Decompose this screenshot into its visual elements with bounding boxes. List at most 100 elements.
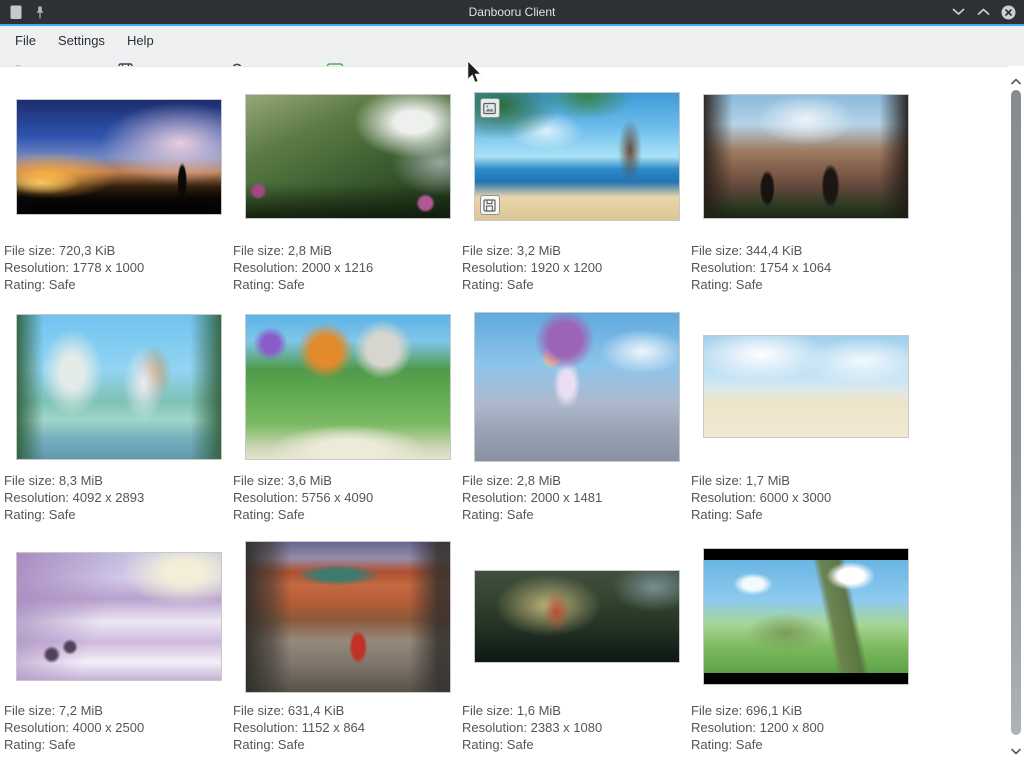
resolution-label: Resolution: 2000 x 1216 xyxy=(233,259,462,276)
post-caption: File size: 696,1 KiB Resolution: 1200 x … xyxy=(691,702,920,753)
file-size-label: File size: 720,3 KiB xyxy=(4,242,233,259)
resolution-label: Resolution: 2000 x 1481 xyxy=(462,489,691,506)
file-size-label: File size: 2,8 MiB xyxy=(233,242,462,259)
resolution-label: Resolution: 1754 x 1064 xyxy=(691,259,920,276)
rating-label: Rating: Safe xyxy=(4,506,233,523)
file-size-label: File size: 7,2 MiB xyxy=(4,702,233,719)
file-size-label: File size: 696,1 KiB xyxy=(691,702,920,719)
rating-label: Rating: Safe xyxy=(691,276,920,293)
thumbnail-box xyxy=(462,309,691,464)
post-caption: File size: 2,8 MiB Resolution: 2000 x 12… xyxy=(233,242,462,293)
post-item: File size: 696,1 KiB Resolution: 1200 x … xyxy=(691,539,920,753)
resolution-label: Resolution: 4092 x 2893 xyxy=(4,489,233,506)
post-caption: File size: 1,6 MiB Resolution: 2383 x 10… xyxy=(462,702,691,753)
rating-label: Rating: Safe xyxy=(4,276,233,293)
rating-label: Rating: Safe xyxy=(462,736,691,753)
rating-label: Rating: Safe xyxy=(4,736,233,753)
menu-file[interactable]: File xyxy=(4,28,47,53)
post-item: File size: 3,2 MiB Resolution: 1920 x 12… xyxy=(462,79,691,293)
resolution-label: Resolution: 1778 x 1000 xyxy=(4,259,233,276)
posts-grid: File size: 720,3 KiB Resolution: 1778 x … xyxy=(0,67,1024,753)
danbooru-client-window: { "window": { "title": "Danbooru Client"… xyxy=(0,0,1024,765)
post-thumbnail[interactable] xyxy=(245,94,451,219)
view-image-button[interactable] xyxy=(480,98,500,118)
save-image-button[interactable] xyxy=(480,195,500,215)
thumbnail-box xyxy=(4,79,233,234)
thumbnail-box xyxy=(691,79,920,234)
thumbnail-box xyxy=(462,79,691,234)
post-item: File size: 1,7 MiB Resolution: 6000 x 30… xyxy=(691,309,920,523)
menubar: File Settings Help xyxy=(0,26,1024,54)
post-caption: File size: 2,8 MiB Resolution: 2000 x 14… xyxy=(462,472,691,523)
resolution-label: Resolution: 6000 x 3000 xyxy=(691,489,920,506)
resolution-label: Resolution: 2383 x 1080 xyxy=(462,719,691,736)
resolution-label: Resolution: 4000 x 2500 xyxy=(4,719,233,736)
post-item: File size: 2,8 MiB Resolution: 2000 x 14… xyxy=(462,309,691,523)
post-thumbnail[interactable] xyxy=(16,99,222,215)
post-caption: File size: 7,2 MiB Resolution: 4000 x 25… xyxy=(4,702,233,753)
rating-label: Rating: Safe xyxy=(233,506,462,523)
posts-view: File size: 720,3 KiB Resolution: 1778 x … xyxy=(0,66,1024,765)
resolution-label: Resolution: 1152 x 864 xyxy=(233,719,462,736)
file-size-label: File size: 3,2 MiB xyxy=(462,242,691,259)
rating-label: Rating: Safe xyxy=(233,276,462,293)
titlebar-left-icons xyxy=(0,4,48,20)
scrollbar-thumb[interactable] xyxy=(1011,90,1021,735)
rating-label: Rating: Safe xyxy=(691,506,920,523)
thumbnail-box xyxy=(691,539,920,694)
pin-icon[interactable] xyxy=(32,4,48,20)
menu-help[interactable]: Help xyxy=(116,28,165,53)
rating-label: Rating: Safe xyxy=(462,276,691,293)
rating-label: Rating: Safe xyxy=(691,736,920,753)
post-thumbnail[interactable] xyxy=(16,314,222,460)
post-caption: File size: 3,6 MiB Resolution: 5756 x 40… xyxy=(233,472,462,523)
thumbnail-box xyxy=(233,539,462,694)
post-item: File size: 631,4 KiB Resolution: 1152 x … xyxy=(233,539,462,753)
scroll-down-arrow[interactable] xyxy=(1011,742,1021,760)
resolution-label: Resolution: 1200 x 800 xyxy=(691,719,920,736)
file-size-label: File size: 344,4 KiB xyxy=(691,242,920,259)
thumbnail-box xyxy=(233,309,462,464)
post-item: File size: 2,8 MiB Resolution: 2000 x 12… xyxy=(233,79,462,293)
post-thumbnail[interactable] xyxy=(703,335,909,438)
maximize-button[interactable] xyxy=(975,4,991,20)
post-caption: File size: 8,3 MiB Resolution: 4092 x 28… xyxy=(4,472,233,523)
post-caption: File size: 1,7 MiB Resolution: 6000 x 30… xyxy=(691,472,920,523)
menu-settings[interactable]: Settings xyxy=(47,28,116,53)
post-item: File size: 344,4 KiB Resolution: 1754 x … xyxy=(691,79,920,293)
thumbnail-box xyxy=(462,539,691,694)
scrollbar[interactable] xyxy=(1008,66,1024,765)
post-thumbnail[interactable] xyxy=(16,552,222,681)
post-caption: File size: 3,2 MiB Resolution: 1920 x 12… xyxy=(462,242,691,293)
resolution-label: Resolution: 5756 x 4090 xyxy=(233,489,462,506)
scroll-up-arrow[interactable] xyxy=(1011,72,1021,90)
post-item: File size: 3,6 MiB Resolution: 5756 x 40… xyxy=(233,309,462,523)
post-thumbnail[interactable] xyxy=(703,548,909,685)
post-thumbnail[interactable] xyxy=(245,541,451,693)
post-caption: File size: 631,4 KiB Resolution: 1152 x … xyxy=(233,702,462,753)
post-thumbnail[interactable] xyxy=(474,570,680,663)
thumbnail-box xyxy=(4,539,233,694)
file-size-label: File size: 631,4 KiB xyxy=(233,702,462,719)
window-title: Danbooru Client xyxy=(0,5,1024,19)
post-caption: File size: 720,3 KiB Resolution: 1778 x … xyxy=(4,242,233,293)
post-item: File size: 8,3 MiB Resolution: 4092 x 28… xyxy=(4,309,233,523)
file-size-label: File size: 1,6 MiB xyxy=(462,702,691,719)
thumbnail-box xyxy=(691,309,920,464)
post-thumbnail[interactable] xyxy=(703,94,909,219)
post-thumbnail[interactable] xyxy=(474,92,680,221)
thumbnail-box xyxy=(4,309,233,464)
file-size-label: File size: 1,7 MiB xyxy=(691,472,920,489)
window-controls xyxy=(950,4,1024,20)
titlebar[interactable]: Danbooru Client xyxy=(0,0,1024,24)
post-item: File size: 1,6 MiB Resolution: 2383 x 10… xyxy=(462,539,691,753)
post-item: File size: 7,2 MiB Resolution: 4000 x 25… xyxy=(4,539,233,753)
post-thumbnail[interactable] xyxy=(245,314,451,460)
resolution-label: Resolution: 1920 x 1200 xyxy=(462,259,691,276)
close-button[interactable] xyxy=(1000,4,1016,20)
file-size-label: File size: 8,3 MiB xyxy=(4,472,233,489)
post-thumbnail[interactable] xyxy=(474,312,680,462)
window-note-icon xyxy=(8,4,24,20)
post-caption: File size: 344,4 KiB Resolution: 1754 x … xyxy=(691,242,920,293)
minimize-button[interactable] xyxy=(950,4,966,20)
